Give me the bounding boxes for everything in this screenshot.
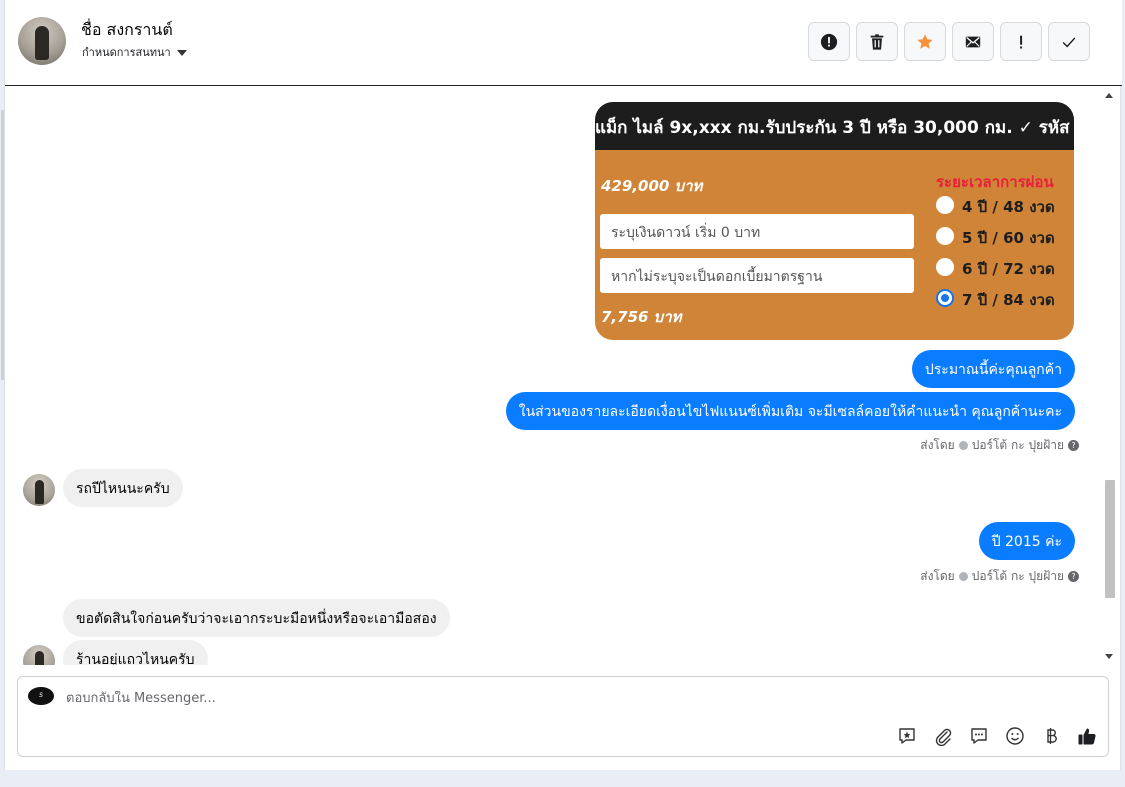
message-outgoing[interactable]: ในส่วนของรายละเอียดเงื่อนไขไฟแนนซ์เพิ่มเ… (505, 392, 1075, 430)
period-option: 4 ปี / 48 งวด (936, 195, 1055, 219)
emoji-button[interactable] (1004, 725, 1026, 747)
spam-button[interactable] (808, 22, 850, 61)
page-logo: S (28, 687, 54, 705)
thread-scrollbar[interactable] (1102, 90, 1116, 662)
conversation-setting-label: กำหนดการสนทนา (82, 46, 171, 59)
sent-by-agent: ปอร์โต้ กะ ปุยฝ้าย (971, 569, 1064, 583)
card-price: 429,000 บาท (601, 177, 703, 195)
attachment-icon (935, 728, 952, 746)
contact-avatar-small[interactable] (23, 645, 55, 665)
messenger-conversation: ชื่อ สงกรานต์ กำหนดการสนทนา แม็ก ไมล์ 9x… (1, 0, 1122, 770)
mark-important-button[interactable] (1000, 22, 1042, 61)
delete-button[interactable] (856, 22, 898, 61)
card-banner: แม็ก ไมล์ 9x,xxx กม.รับประกัน 3 ปี หรือ … (595, 102, 1074, 150)
scroll-thumb[interactable] (1105, 480, 1115, 598)
message-incoming[interactable]: รถปีไหนนะครับ (63, 469, 183, 507)
period-label: 4 ปี / 48 งวด (962, 198, 1055, 216)
attach-button[interactable] (932, 725, 954, 747)
envelope-icon (965, 36, 981, 47)
reply-composer: S (17, 676, 1109, 757)
sent-by-label: ส่งโดย ปอร์โต้ กะ ปุยฝ้าย? (920, 567, 1079, 586)
baht-icon (1047, 728, 1057, 744)
message-incoming[interactable]: ขอตัดสินใจก่อนครับว่าจะเอากระบะมือหนึ่งห… (63, 599, 450, 637)
emoji-icon (1006, 727, 1024, 745)
period-label: 6 ปี / 72 งวด (962, 260, 1055, 278)
card-monthly-payment: 7,756 บาท (601, 308, 682, 326)
message-thread[interactable]: แม็ก ไมล์ 9x,xxx กม.รับประกัน 3 ปี หรือ … (5, 87, 1122, 665)
period-option: 5 ปี / 60 งวด (936, 226, 1055, 250)
saved-reply-icon (899, 728, 915, 744)
exclamation-icon (1020, 35, 1023, 48)
radio-selected-icon (936, 288, 954, 307)
period-label: 5 ปี / 60 งวด (962, 229, 1055, 247)
radio-icon (936, 226, 954, 245)
message-incoming[interactable]: ร้านอยู่แถวไหนครับ (63, 640, 208, 665)
contact-avatar[interactable] (18, 17, 66, 65)
left-edge-bar (1, 110, 4, 380)
like-button[interactable] (1076, 725, 1098, 747)
period-label: 7 ปี / 84 งวด (962, 291, 1055, 309)
exclamation-circle-icon (820, 33, 838, 50)
help-icon[interactable]: ? (1068, 571, 1079, 582)
payment-button[interactable] (1040, 725, 1062, 747)
trash-icon (870, 33, 884, 50)
caret-down-icon (176, 50, 187, 56)
period-option: 6 ปี / 72 งวด (936, 257, 1055, 281)
chat-button[interactable] (968, 725, 990, 747)
interest-field: หากไม่ระบุจะเป็นดอกเบี้ยมาตรฐาน (600, 258, 914, 293)
agent-status-icon (958, 441, 968, 450)
scroll-up-icon[interactable] (1105, 93, 1113, 98)
sent-by-prefix: ส่งโดย (920, 438, 955, 452)
message-outgoing[interactable]: ประมาณนี้ค่ะคุณลูกค้า (911, 350, 1075, 388)
star-icon (917, 33, 933, 49)
saved-reply-button[interactable] (896, 725, 918, 747)
car-finance-image[interactable]: แม็ก ไมล์ 9x,xxx กม.รับประกัน 3 ปี หรือ … (595, 102, 1074, 340)
sent-by-label: ส่งโดย ปอร์โต้ กะ ปุยฝ้าย? (920, 436, 1079, 455)
sent-by-agent: ปอร์โต้ กะ ปุยฝ้าย (971, 438, 1064, 452)
card-period-title: ระยะเวลาการผ่อน (936, 173, 1054, 191)
help-icon[interactable]: ? (1068, 440, 1079, 451)
thumbs-up-icon (1078, 728, 1096, 745)
conversation-setting-dropdown[interactable]: กำหนดการสนทนา (82, 43, 187, 61)
mark-unread-button[interactable] (952, 22, 994, 61)
contact-name[interactable]: ชื่อ สงกรานต์ (81, 18, 173, 43)
reply-input[interactable] (66, 691, 766, 706)
sent-by-prefix: ส่งโดย (920, 569, 955, 583)
chat-icon (971, 728, 987, 744)
mark-done-button[interactable] (1048, 22, 1090, 61)
down-payment-field: ระบุเงินดาวน์ เริ่ม 0 บาท (600, 214, 914, 249)
conversation-header: ชื่อ สงกรานต์ กำหนดการสนทนา (5, 0, 1122, 86)
star-button[interactable] (904, 22, 946, 61)
radio-icon (936, 257, 954, 276)
check-icon (1062, 36, 1076, 48)
period-option-selected: 7 ปี / 84 งวด (936, 288, 1055, 312)
scroll-down-icon[interactable] (1105, 654, 1113, 659)
contact-avatar-small[interactable] (23, 474, 55, 506)
agent-status-icon (958, 572, 968, 581)
radio-icon (936, 195, 954, 214)
message-outgoing[interactable]: ปี 2015 ค่ะ (978, 522, 1075, 560)
